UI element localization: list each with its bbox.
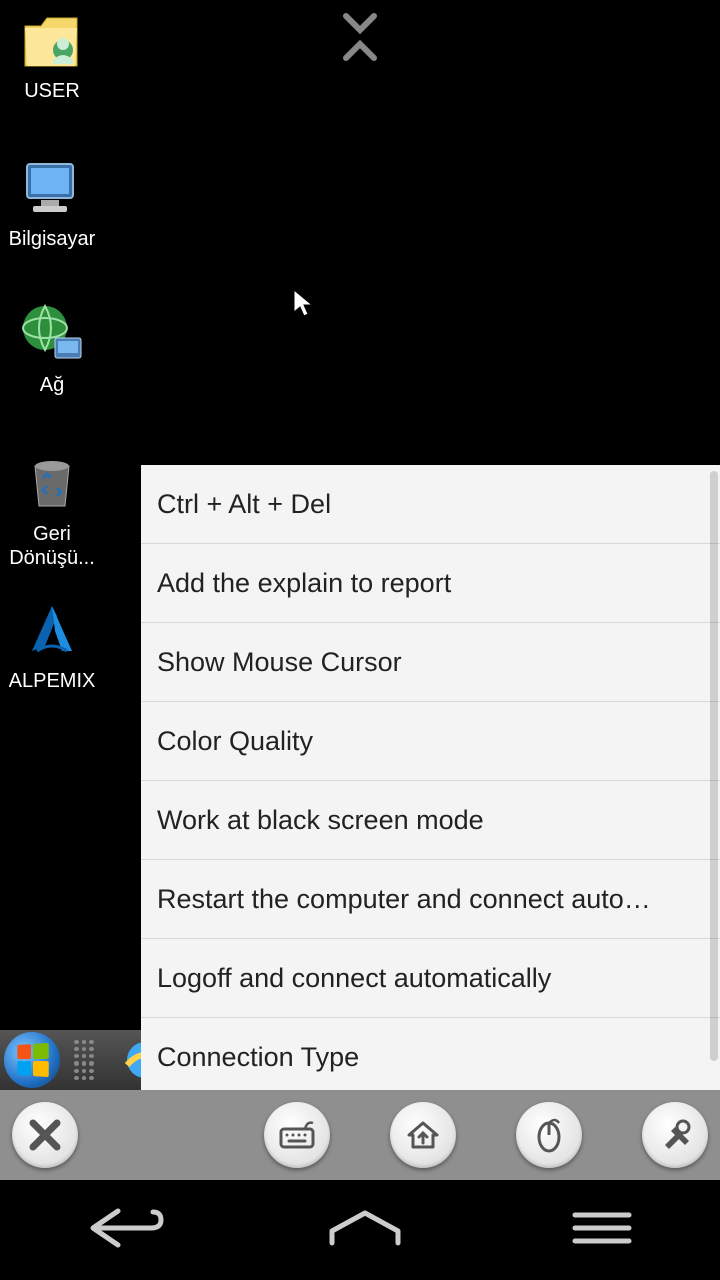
mouse-button[interactable] [516, 1102, 582, 1168]
icon-label: Geri Dönüşü... [2, 522, 102, 570]
mouse-icon [529, 1115, 569, 1155]
network-icon [17, 300, 87, 370]
menu-scroll[interactable]: Ctrl + Alt + Del Add the explain to repo… [141, 465, 720, 1090]
context-menu: Ctrl + Alt + Del Add the explain to repo… [141, 465, 720, 1090]
alpemix-icon [17, 596, 87, 666]
menu-item-logoff-auto[interactable]: Logoff and connect automatically [141, 939, 720, 1018]
menu-item-show-cursor[interactable]: Show Mouse Cursor [141, 623, 720, 702]
menu-item-connection-type[interactable]: Connection Type [141, 1018, 720, 1090]
remote-taskbar[interactable] [0, 1030, 141, 1090]
icon-label: Bilgisayar [9, 228, 96, 251]
keyboard-button[interactable] [264, 1102, 330, 1168]
cursor-icon [292, 288, 314, 318]
scrollbar[interactable] [710, 471, 718, 1061]
icon-label: USER [24, 80, 80, 103]
icon-label: Ağ [40, 374, 64, 397]
home-nav-button[interactable] [320, 1203, 410, 1258]
menu-item-add-explain[interactable]: Add the explain to report [141, 544, 720, 623]
menu-icon [557, 1203, 647, 1253]
desktop-icon-user[interactable]: USER [2, 6, 102, 103]
remote-cursor [292, 288, 314, 323]
home-up-icon [403, 1115, 443, 1155]
desktop-icon-network[interactable]: Ağ [2, 300, 102, 397]
menu-item-restart-auto[interactable]: Restart the computer and connect auto… [141, 860, 720, 939]
desktop-icon-computer[interactable]: Bilgisayar [2, 154, 102, 251]
desktop-icon-alpemix[interactable]: ALPEMIX [2, 596, 102, 693]
chevron-up-icon [340, 38, 380, 66]
icon-label: ALPEMIX [9, 670, 96, 693]
home-nav-icon [320, 1203, 410, 1253]
desktop-icon-recycle-bin[interactable]: Geri Dönüşü... [2, 448, 102, 570]
recent-apps-button[interactable] [557, 1203, 647, 1258]
chevron-down-icon [340, 10, 380, 38]
collapse-toggle[interactable] [340, 10, 380, 66]
menu-item-ctrl-alt-del[interactable]: Ctrl + Alt + Del [141, 465, 720, 544]
menu-item-color-quality[interactable]: Color Quality [141, 702, 720, 781]
back-button[interactable] [73, 1203, 173, 1258]
android-navbar [0, 1180, 720, 1280]
computer-icon [17, 154, 87, 224]
keyboard-icon [277, 1115, 317, 1155]
taskbar-grip-icon [74, 1040, 94, 1080]
start-button[interactable] [4, 1032, 60, 1088]
menu-item-black-screen[interactable]: Work at black screen mode [141, 781, 720, 860]
back-icon [73, 1203, 173, 1253]
recycle-bin-icon [17, 448, 87, 518]
app-toolbar [0, 1090, 720, 1180]
home-button[interactable] [390, 1102, 456, 1168]
screen: USER Bilgisayar Ağ [0, 0, 720, 1280]
windows-logo-icon [17, 1043, 48, 1077]
close-button[interactable] [12, 1102, 78, 1168]
tools-icon [655, 1115, 695, 1155]
remote-desktop-view[interactable]: USER Bilgisayar Ağ [0, 0, 720, 1090]
user-folder-icon [17, 6, 87, 76]
tools-button[interactable] [642, 1102, 708, 1168]
close-icon [27, 1117, 63, 1153]
